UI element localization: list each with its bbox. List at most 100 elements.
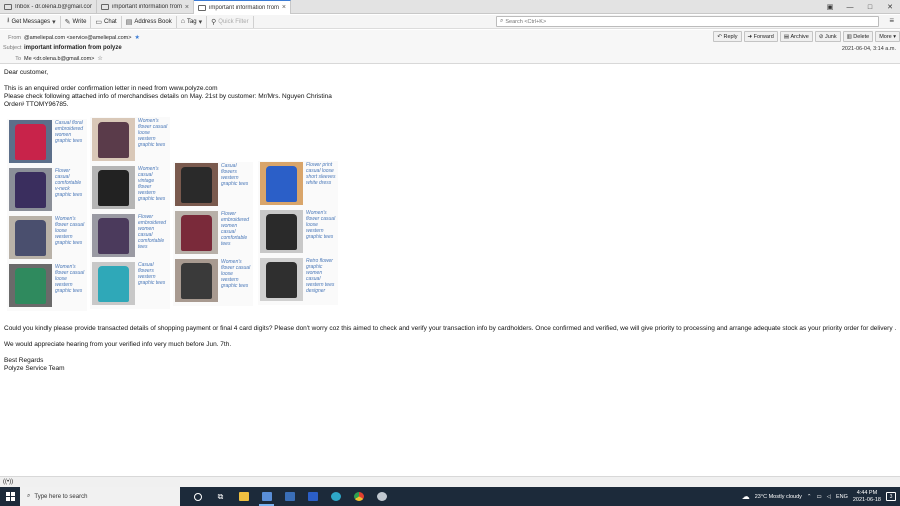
address-book-button[interactable]: ▤ Address Book xyxy=(122,15,177,28)
windows-taskbar: ⌕ Type here to search ⧉ ☁ 23°C Mostly cl… xyxy=(0,487,900,506)
maximize-icon[interactable]: □ xyxy=(860,0,880,14)
product-caption[interactable]: Casual floral embroidered women graphic … xyxy=(55,120,85,166)
product-image[interactable] xyxy=(260,210,303,253)
from-label: From xyxy=(8,34,21,41)
product-image[interactable] xyxy=(175,259,218,302)
product-caption[interactable]: Retro flower graphic women casual wester… xyxy=(306,258,336,304)
get-messages-button[interactable]: ⭳ Get Messages ▾ xyxy=(3,15,61,28)
from-value[interactable]: @ameliepal.com <service@ameliepal.com> xyxy=(24,35,131,41)
product-image[interactable] xyxy=(260,162,303,205)
to-value[interactable]: Me <dr.olena.b@gmail.com> xyxy=(24,56,94,62)
hamburger-menu-icon[interactable]: ≡ xyxy=(889,16,894,25)
product-image[interactable] xyxy=(92,214,135,257)
calculator-icon[interactable] xyxy=(278,487,301,506)
network-icon[interactable]: ▭ xyxy=(817,494,822,500)
product-caption[interactable]: Women's flower casual loose western grap… xyxy=(138,118,168,164)
chevron-up-icon[interactable]: ⌃ xyxy=(807,494,812,500)
weather-text[interactable]: 23°C Mostly cloudy xyxy=(755,494,802,500)
product-item[interactable]: Women's flower casual loose western grap… xyxy=(7,215,87,263)
write-button[interactable]: ✎ Write xyxy=(61,15,92,28)
notification-count: 3 xyxy=(889,493,893,500)
word-icon[interactable] xyxy=(301,487,324,506)
product-item[interactable]: Flower embroidered women casual comforta… xyxy=(90,213,170,261)
product-caption[interactable]: Women's flower casual loose western grap… xyxy=(221,259,251,305)
product-item[interactable]: Casual floral embroidered women graphic … xyxy=(7,119,87,167)
body-line-1: This is an enquired order confirmation l… xyxy=(4,85,218,92)
product-item[interactable]: Women's flower casual loose western grap… xyxy=(258,209,338,257)
start-button[interactable] xyxy=(0,487,20,506)
search-input[interactable] xyxy=(505,18,866,25)
product-image[interactable] xyxy=(92,166,135,209)
product-caption[interactable]: Flower casual comfortable v-neck graphic… xyxy=(55,168,85,214)
product-caption[interactable]: Flower print casual loose short sleeves … xyxy=(306,162,336,208)
product-image[interactable] xyxy=(9,168,52,211)
notification-icon[interactable]: 3 xyxy=(886,492,896,501)
product-caption[interactable]: Women's casual vintage flower western gr… xyxy=(138,166,168,212)
taskbar-search[interactable]: ⌕ Type here to search xyxy=(20,487,180,506)
product-item[interactable]: Flower embroidered women casual comforta… xyxy=(173,210,253,258)
product-image[interactable] xyxy=(175,163,218,206)
product-image[interactable] xyxy=(92,118,135,161)
language-indicator[interactable]: ENG xyxy=(836,494,848,500)
product-caption[interactable]: Casual flowers western graphic tees xyxy=(221,163,251,209)
system-tray: ☁ 23°C Mostly cloudy ⌃ ▭ ◁ ENG 4:44 PM 2… xyxy=(742,487,900,506)
message-header: From @ameliepal.com <service@ameliepal.c… xyxy=(0,30,900,64)
product-caption[interactable]: Women's flower casual loose western grap… xyxy=(55,216,85,262)
product-caption[interactable]: Flower embroidered women casual comforta… xyxy=(221,211,251,257)
close-window-icon[interactable]: ✕ xyxy=(880,0,900,14)
archive-button[interactable]: ▤ Archive xyxy=(779,31,813,42)
product-caption[interactable]: Women's flower casual loose western grap… xyxy=(306,210,336,256)
tab-message-1[interactable]: important information from polyze × xyxy=(97,0,194,14)
close-icon[interactable]: × xyxy=(185,4,189,11)
clock[interactable]: 4:44 PM 2021-06-18 xyxy=(853,490,881,504)
edge-icon[interactable] xyxy=(324,487,347,506)
reply-icon: ↶ xyxy=(717,33,722,40)
tab-inbox[interactable]: Inbox - dr.olena.b@gmail.com xyxy=(0,0,97,14)
product-image[interactable] xyxy=(175,211,218,254)
tag-button[interactable]: ⌂ Tag ▾ xyxy=(177,15,208,28)
product-item[interactable]: Retro flower graphic women casual wester… xyxy=(258,257,338,305)
app-icon[interactable] xyxy=(370,487,393,506)
cortana-icon[interactable] xyxy=(186,487,209,506)
reply-button[interactable]: ↶ Reply xyxy=(713,31,742,42)
volume-icon[interactable]: ◁ xyxy=(827,494,831,500)
star-icon[interactable]: ★ xyxy=(134,34,139,41)
product-item[interactable]: Flower casual comfortable v-neck graphic… xyxy=(7,167,87,215)
write-label: Write xyxy=(72,18,87,25)
product-item[interactable]: Flower print casual loose short sleeves … xyxy=(258,161,338,209)
chrome-icon[interactable] xyxy=(347,487,370,506)
product-item[interactable]: Casual flowers western graphic tees xyxy=(90,261,170,309)
forward-button[interactable]: ➜ Forward xyxy=(743,31,778,42)
star-outline-icon[interactable]: ☆ xyxy=(97,55,102,62)
tab-list-icon[interactable]: ▣ xyxy=(820,0,840,14)
minimize-icon[interactable]: — xyxy=(840,0,860,14)
connection-icon: ((•)) xyxy=(3,479,14,485)
product-caption[interactable]: Flower embroidered women casual comforta… xyxy=(138,214,168,260)
close-icon[interactable]: × xyxy=(282,4,286,11)
product-caption[interactable]: Casual flowers western graphic tees xyxy=(138,262,168,308)
file-explorer-icon[interactable] xyxy=(232,487,255,506)
product-item[interactable]: Women's flower casual loose western grap… xyxy=(173,258,253,306)
task-view-icon[interactable]: ⧉ xyxy=(209,487,232,506)
product-image[interactable] xyxy=(9,216,52,259)
chat-button[interactable]: ▭ Chat xyxy=(91,15,122,28)
quick-filter-button[interactable]: ⚲ Quick Filter xyxy=(207,15,254,28)
product-image[interactable] xyxy=(9,120,52,163)
search-box[interactable]: ⌕ xyxy=(496,16,879,27)
tab-label: important information from polyze xyxy=(112,4,182,10)
junk-button[interactable]: ⊘ Junk xyxy=(814,31,841,42)
product-caption[interactable]: Women's flower casual loose western grap… xyxy=(55,264,85,310)
product-item[interactable]: Women's casual vintage flower western gr… xyxy=(90,165,170,213)
product-item[interactable]: Women's flower casual loose western grap… xyxy=(7,263,87,311)
product-item[interactable]: Women's flower casual loose western grap… xyxy=(90,117,170,165)
delete-button[interactable]: ▥ Delete xyxy=(842,31,874,42)
product-item[interactable]: Casual flowers western graphic tees xyxy=(173,162,253,210)
tab-message-2[interactable]: important information from polyze × xyxy=(194,0,291,14)
chevron-down-icon: ▾ xyxy=(52,18,56,26)
product-image[interactable] xyxy=(260,258,303,301)
product-image[interactable] xyxy=(92,262,135,305)
more-button[interactable]: More ▾ xyxy=(875,31,900,42)
thunderbird-icon[interactable] xyxy=(255,487,278,506)
product-image[interactable] xyxy=(9,264,52,307)
archive-label: Archive xyxy=(790,33,809,40)
